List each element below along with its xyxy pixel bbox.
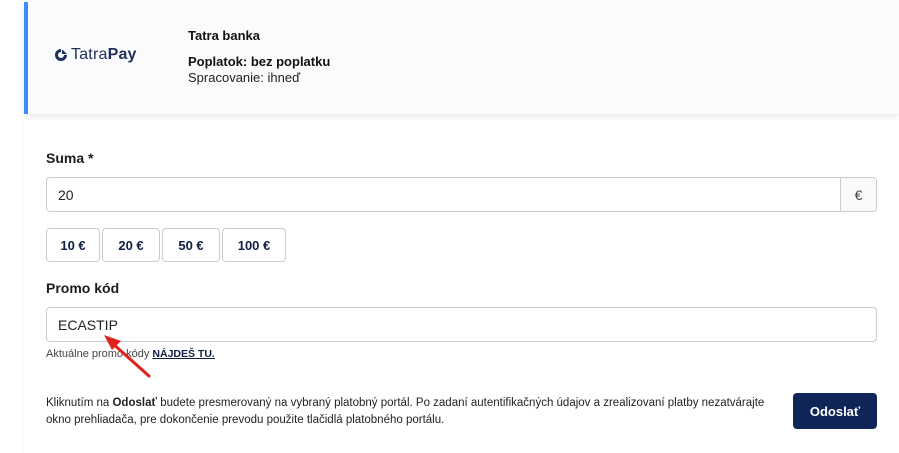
quick-amount-100-button[interactable]: 100 € xyxy=(222,228,286,262)
notice-prefix: Kliknutím na xyxy=(46,397,110,409)
logo-text: TatraPay xyxy=(71,46,137,64)
amount-input[interactable] xyxy=(47,178,840,211)
tatrapay-mark-icon xyxy=(55,49,67,61)
quick-amount-20-button[interactable]: 20 € xyxy=(102,228,160,262)
amount-label: Suma * xyxy=(46,150,94,166)
notice-bold: Odoslať xyxy=(112,397,157,409)
promo-code-input[interactable] xyxy=(46,307,877,342)
quick-amount-buttons: 10 € 20 € 50 € 100 € xyxy=(46,228,288,262)
quick-amount-10-button[interactable]: 10 € xyxy=(46,228,100,262)
logo-text-part1: Tatra xyxy=(71,46,108,63)
promo-codes-link[interactable]: NÁJDEŠ TU. xyxy=(152,348,214,360)
promo-label: Promo kód xyxy=(46,280,120,296)
bank-name: Tatra banka xyxy=(188,28,261,43)
bank-info: Tatra banka Poplatok: bez poplatku Sprac… xyxy=(188,28,330,86)
amount-input-group: € xyxy=(46,177,877,212)
logo-text-part2: Pay xyxy=(107,46,137,63)
tatrapay-logo: TatraPay xyxy=(54,46,137,64)
processing-text: Spracovanie: ihneď xyxy=(188,70,301,85)
fee-text: Poplatok: bez poplatku xyxy=(188,54,331,69)
redirect-notice: Kliknutím na Odoslať budete presmerovaný… xyxy=(46,395,786,429)
quick-amount-50-button[interactable]: 50 € xyxy=(162,228,220,262)
currency-addon: € xyxy=(840,178,876,211)
payment-method-card[interactable]: TatraPay Tatra banka Poplatok: bez popla… xyxy=(24,2,899,114)
submit-button[interactable]: Odoslať xyxy=(793,393,877,429)
payment-form: Suma * € 10 € 20 € 50 € 100 € Promo kód … xyxy=(24,120,899,453)
promo-help: Aktuálne promo kódy NÁJDEŠ TU. xyxy=(46,348,215,360)
promo-help-text: Aktuálne promo kódy xyxy=(46,348,150,360)
